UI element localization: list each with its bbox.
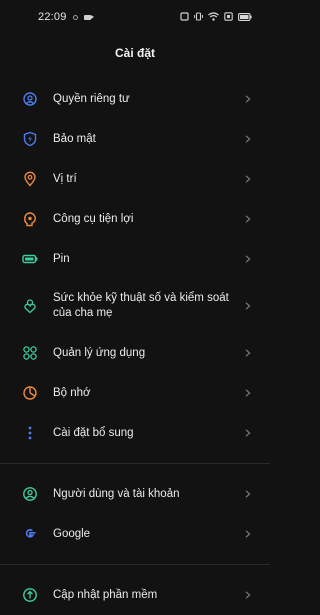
chevron-right-icon: [245, 95, 251, 103]
chevron-right-icon: [245, 389, 251, 397]
digital-wellbeing-icon: [22, 298, 38, 314]
status-time: 22:09: [38, 11, 67, 23]
users-accounts-icon: [22, 486, 38, 502]
video-camera-icon: [83, 14, 94, 20]
settings-item-label: Vị trí: [53, 172, 77, 185]
chevron-right-icon: [245, 591, 251, 599]
settings-item-software-update[interactable]: Cập nhật phần mềm: [0, 575, 270, 615]
settings-item-label: Bộ nhớ: [53, 386, 91, 399]
settings-item-convenience-tools[interactable]: Công cụ tiện lợi: [0, 199, 270, 239]
settings-item-label: Công cụ tiện lợi: [53, 212, 134, 225]
app-management-icon: [22, 345, 38, 361]
chevron-right-icon: [245, 490, 251, 498]
section-divider: [0, 564, 270, 565]
settings-item-security[interactable]: Bảo mật: [0, 119, 270, 159]
google-icon: [22, 526, 38, 542]
settings-item-app-management[interactable]: Quản lý ứng dụng: [0, 333, 270, 373]
settings-item-storage[interactable]: Bộ nhớ: [0, 373, 270, 413]
settings-item-additional-settings[interactable]: Cài đặt bổ sung: [0, 413, 270, 453]
chevron-right-icon: [245, 302, 251, 310]
alarm-icon: [224, 12, 233, 21]
settings-item-label: Sức khỏe kỹ thuật số và kiểm soát của ch…: [53, 292, 229, 319]
chevron-right-icon: [245, 135, 251, 143]
storage-pie-icon: [22, 385, 38, 401]
battery-status-icon: [238, 12, 252, 21]
software-update-icon: [22, 587, 38, 603]
chevron-right-icon: [245, 349, 251, 357]
battery-icon: [22, 251, 38, 267]
settings-item-label: Google: [53, 527, 91, 540]
settings-item-label: Quản lý ứng dụng: [53, 346, 146, 359]
page-title: Cài đặt: [114, 46, 155, 60]
settings-item-users-accounts[interactable]: Người dùng và tài khoản: [0, 474, 270, 514]
convenience-tools-icon: [22, 211, 38, 227]
section-divider: [0, 463, 270, 464]
settings-item-label: Bảo mật: [53, 132, 96, 145]
screenshot-icon: [180, 12, 189, 21]
notification-dot-icon: [72, 14, 78, 20]
privacy-icon: [22, 91, 38, 107]
chevron-right-icon: [245, 175, 251, 183]
settings-item-label: Cập nhật phần mềm: [53, 588, 158, 601]
settings-item-label: Quyền riêng tư: [53, 92, 130, 105]
chevron-right-icon: [245, 530, 251, 538]
additional-settings-icon: [22, 425, 38, 441]
status-bar: 22:09: [0, 0, 270, 36]
settings-item-location[interactable]: Vị trí: [0, 159, 270, 199]
settings-item-label: Cài đặt bổ sung: [53, 426, 134, 439]
chevron-right-icon: [245, 429, 251, 437]
chevron-right-icon: [245, 255, 251, 263]
settings-item-label: Pin: [53, 252, 70, 265]
location-pin-icon: [22, 171, 38, 187]
settings-item-label: Người dùng và tài khoản: [53, 487, 180, 500]
chevron-right-icon: [245, 215, 251, 223]
settings-item-digital-wellbeing[interactable]: Sức khỏe kỹ thuật số và kiểm soát của ch…: [0, 279, 270, 333]
security-shield-icon: [22, 131, 38, 147]
wifi-icon: [208, 12, 219, 21]
settings-item-privacy[interactable]: Quyền riêng tư: [0, 79, 270, 119]
vibrate-icon: [194, 12, 203, 21]
settings-item-google[interactable]: Google: [0, 514, 270, 554]
settings-item-battery[interactable]: Pin: [0, 239, 270, 279]
